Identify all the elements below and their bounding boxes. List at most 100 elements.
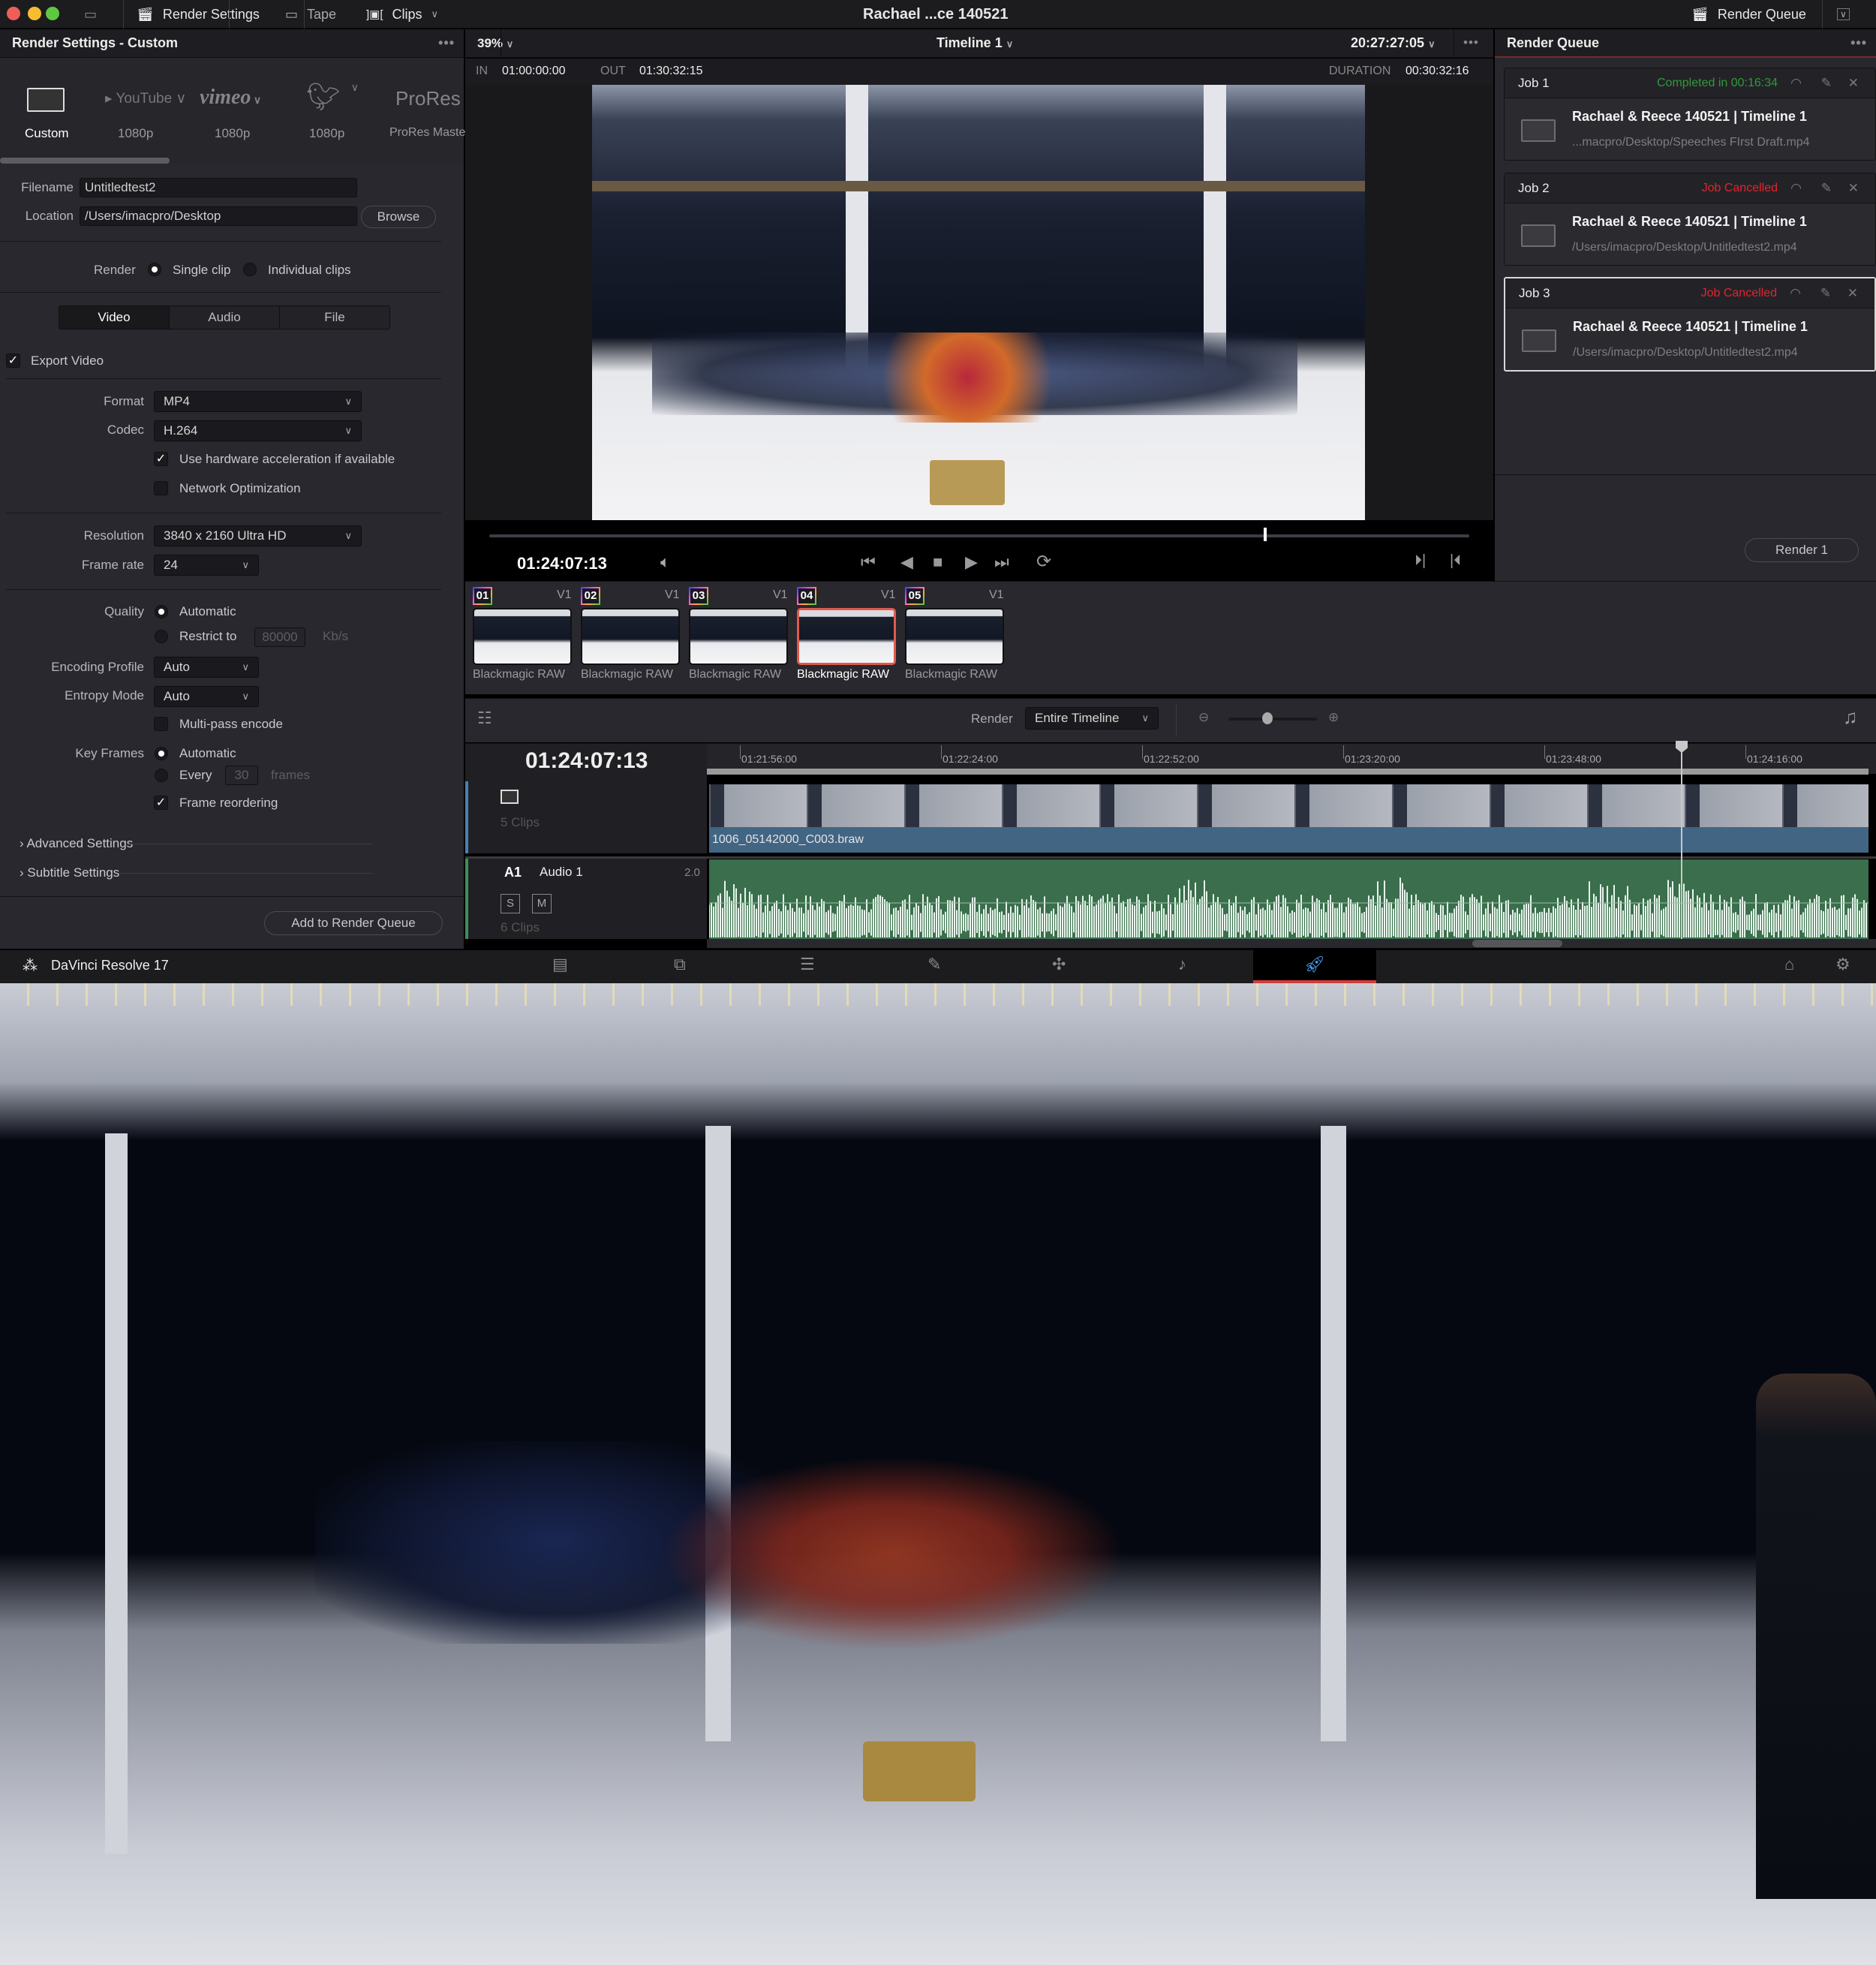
minimize-window-button[interactable]: [28, 7, 41, 20]
single-clip-radio[interactable]: [148, 263, 161, 276]
clip-thumbnail[interactable]: [689, 608, 788, 665]
entropy-mode-dropdown[interactable]: Auto ∨: [154, 686, 259, 707]
format-dropdown[interactable]: MP4 ∨: [154, 391, 362, 412]
color-page-icon[interactable]: ✣: [1052, 955, 1066, 974]
stop-icon[interactable]: ■: [933, 552, 943, 572]
zoom-slider-handle[interactable]: [1262, 712, 1273, 724]
go-to-start-icon[interactable]: ⏮: [861, 552, 876, 572]
edit-job-icon[interactable]: ✎: [1821, 76, 1832, 91]
encoding-profile-dropdown[interactable]: Auto ∨: [154, 657, 259, 678]
subtitle-settings-toggle[interactable]: › Subtitle Settings: [20, 865, 119, 880]
zoom-out-icon[interactable]: ⊖: [1198, 710, 1209, 725]
keyframes-every-radio[interactable]: [155, 769, 168, 782]
next-clip-icon[interactable]: ⏵|: [1415, 552, 1426, 570]
keyframes-automatic-radio[interactable]: [155, 747, 168, 760]
video-clip-thumbnails[interactable]: [709, 784, 1868, 827]
viewer-more-icon[interactable]: •••: [1463, 35, 1479, 50]
zoom-in-icon[interactable]: ⊕: [1328, 710, 1339, 725]
scrub-bar[interactable]: [489, 534, 1469, 537]
cut-page-icon[interactable]: ⧉: [674, 955, 686, 974]
film-icon[interactable]: [27, 88, 65, 112]
individual-clips-label[interactable]: Individual clips: [268, 263, 351, 278]
prores-logo[interactable]: ProRes: [395, 87, 461, 110]
advanced-settings-toggle[interactable]: › Advanced Settings: [20, 836, 133, 851]
deliver-page-icon[interactable]: 🚀︎: [1304, 955, 1325, 974]
loop-icon[interactable]: ⟳: [1036, 551, 1051, 573]
timeline-selector[interactable]: Timeline 1 ∨: [936, 35, 1013, 51]
single-clip-label[interactable]: Single clip: [173, 263, 231, 278]
fusion-page-icon[interactable]: ✎: [927, 955, 941, 974]
codec-dropdown[interactable]: H.264 ∨: [154, 420, 362, 441]
preset-custom-label[interactable]: Custom: [25, 126, 69, 141]
export-video-checkbox[interactable]: ✓: [6, 354, 20, 368]
play-reverse-icon[interactable]: ◀: [900, 552, 913, 572]
more-options-icon[interactable]: •••: [1850, 35, 1867, 51]
multipass-checkbox[interactable]: [154, 717, 168, 731]
render-job[interactable]: Job 3 Job Cancelled ◠ ✎ ✕ Rachael & Reec…: [1504, 277, 1876, 372]
timeline-view-options-icon[interactable]: ☷: [477, 709, 492, 728]
twitter-bird-icon[interactable]: 🐦︎ ∨: [306, 81, 359, 113]
quality-automatic-radio[interactable]: [155, 605, 168, 618]
timeline-zoom-slider[interactable]: [1228, 718, 1317, 721]
maximize-window-button[interactable]: [46, 7, 59, 20]
individual-clips-radio[interactable]: [243, 263, 257, 276]
vimeo-logo[interactable]: vimeo ∨: [200, 86, 261, 110]
frame-rate-dropdown[interactable]: 24 ∨: [154, 555, 259, 576]
bitrate-input[interactable]: 80000: [254, 627, 305, 647]
render-queue-toggle[interactable]: 🎬︎ Render Queue: [1691, 0, 1806, 29]
quality-restrict-radio[interactable]: [155, 630, 168, 643]
frame-reordering-checkbox[interactable]: ✓: [154, 796, 168, 810]
filename-input[interactable]: Untitledtest2: [80, 178, 357, 197]
media-page-icon[interactable]: ▤: [552, 955, 568, 974]
youtube-logo[interactable]: ▸ YouTube ∨: [105, 90, 186, 107]
audio-waveform-toggle-icon[interactable]: ♫: [1843, 706, 1858, 729]
cast-icon[interactable]: ▭: [84, 0, 97, 29]
resolution-dropdown[interactable]: 3840 x 2160 Ultra HD ∨: [154, 525, 362, 546]
timeline-playhead[interactable]: [1681, 744, 1682, 939]
clip-thumbnail[interactable]: [797, 608, 896, 665]
render-range-dropdown[interactable]: Entire Timeline ∨: [1025, 707, 1159, 730]
remote-render-icon[interactable]: ◠: [1790, 181, 1802, 196]
timeline-scrollbar[interactable]: [1472, 940, 1562, 947]
render-job[interactable]: Job 1 Completed in 00:16:34 ◠ ✎ ✕ Rachae…: [1504, 68, 1876, 161]
render-settings-toggle[interactable]: 🎬︎ Render Settings: [137, 0, 260, 29]
hw-accel-checkbox[interactable]: ✓: [154, 452, 168, 466]
remote-render-icon[interactable]: ◠: [1790, 76, 1802, 91]
solo-button[interactable]: S: [501, 894, 520, 913]
timecode-dropdown[interactable]: 20:27:27:05 ∨: [1351, 35, 1436, 51]
previous-clip-icon[interactable]: |⏴: [1450, 552, 1461, 570]
browse-button[interactable]: Browse: [361, 206, 436, 228]
edit-job-icon[interactable]: ✎: [1821, 181, 1832, 196]
remove-job-icon[interactable]: ✕: [1847, 286, 1858, 301]
preset-scrollbar[interactable]: [0, 158, 170, 164]
clip-thumbnail[interactable]: [473, 608, 572, 665]
volume-icon[interactable]: 🔈︎: [660, 552, 670, 572]
edit-job-icon[interactable]: ✎: [1820, 286, 1831, 301]
more-options-icon[interactable]: •••: [438, 35, 455, 51]
tab-audio[interactable]: Audio: [170, 306, 280, 329]
clips-toggle[interactable]: ]▣[ Clips ∨: [366, 0, 438, 29]
add-to-render-queue-button[interactable]: Add to Render Queue: [264, 911, 443, 935]
mute-button[interactable]: M: [532, 894, 552, 913]
close-window-button[interactable]: [7, 7, 20, 20]
network-optimization-checkbox[interactable]: [154, 481, 168, 495]
render-all-button[interactable]: Render 1: [1745, 538, 1859, 562]
remove-job-icon[interactable]: ✕: [1848, 76, 1859, 91]
home-icon[interactable]: ⌂: [1784, 955, 1794, 974]
render-job[interactable]: Job 2 Job Cancelled ◠ ✎ ✕ Rachael & Reec…: [1504, 173, 1876, 266]
tab-file[interactable]: File: [280, 306, 389, 329]
clip-thumbnail[interactable]: [905, 608, 1004, 665]
remove-job-icon[interactable]: ✕: [1848, 181, 1859, 196]
tape-toggle[interactable]: ▭ Tape: [285, 0, 336, 29]
go-to-end-icon[interactable]: ⏭: [994, 552, 1009, 572]
edit-page-icon[interactable]: ☰: [800, 955, 815, 974]
clip-thumbnail[interactable]: [581, 608, 680, 665]
scrub-playhead[interactable]: [1263, 528, 1267, 541]
panel-expand-button[interactable]: ∨: [1837, 0, 1850, 29]
tab-video[interactable]: Video: [59, 306, 170, 329]
play-icon[interactable]: ▶: [965, 552, 978, 572]
settings-gear-icon[interactable]: ⚙: [1835, 955, 1850, 974]
remote-render-icon[interactable]: ◠: [1790, 286, 1801, 301]
location-input[interactable]: /Users/imacpro/Desktop: [80, 206, 357, 226]
video-clip[interactable]: [709, 827, 1868, 853]
